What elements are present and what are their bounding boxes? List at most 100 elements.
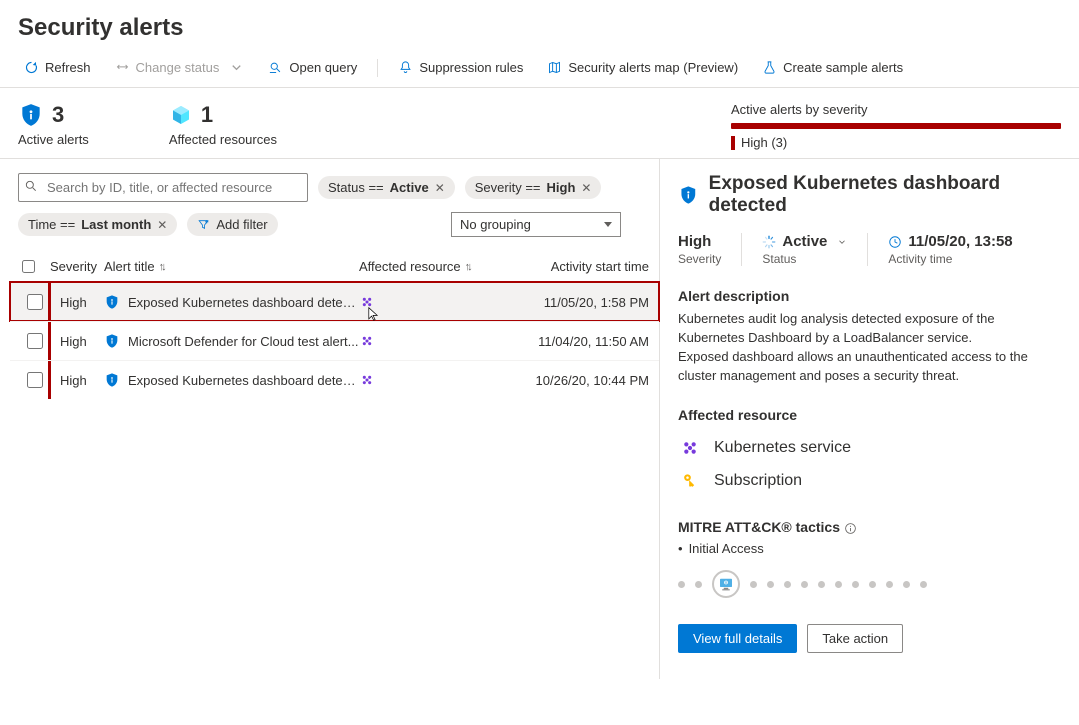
toolbar: Refresh Change status Open query Suppres… — [0, 50, 1079, 88]
change-status-label: Change status — [136, 60, 220, 75]
refresh-icon — [24, 60, 39, 75]
table-row[interactable]: High Exposed Kubernetes dashboard detect… — [10, 282, 659, 321]
remove-filter-icon[interactable]: ✕ — [435, 181, 445, 195]
timeline-dot — [886, 581, 893, 588]
shield-icon — [678, 184, 699, 206]
timeline-dot — [852, 581, 859, 588]
col-resource-label: Affected resource — [359, 259, 461, 274]
refresh-button[interactable]: Refresh — [14, 56, 101, 79]
timeline-dot — [835, 581, 842, 588]
timeline-dot — [869, 581, 876, 588]
alerts-map-label: Security alerts map (Preview) — [568, 60, 738, 75]
severity-pill-value: High — [547, 180, 576, 195]
severity-legend: High (3) — [731, 135, 1061, 150]
table-header: Severity Alert title ↑↓ Affected resource… — [10, 251, 659, 282]
shield-icon — [104, 294, 120, 310]
resource-k8s-label: Kubernetes service — [714, 439, 851, 457]
col-time[interactable]: Activity start time — [519, 259, 659, 274]
take-action-button[interactable]: Take action — [807, 624, 903, 653]
resource-sub-label: Subscription — [714, 472, 802, 490]
affected-count: 1 — [201, 102, 213, 128]
row-checkbox[interactable] — [27, 333, 43, 349]
change-status-button[interactable]: Change status — [105, 56, 255, 79]
affected-label: Affected resources — [169, 132, 277, 147]
timeline-dot — [750, 581, 757, 588]
remove-filter-icon[interactable]: ✕ — [157, 218, 167, 232]
col-severity[interactable]: Severity — [50, 259, 104, 274]
grouping-dropdown[interactable]: No grouping — [451, 212, 621, 237]
resource-item-subscription[interactable]: Subscription — [678, 465, 1061, 497]
severity-pill-prefix: Severity == — [475, 180, 541, 195]
map-icon — [547, 60, 562, 75]
row-resource-cell — [359, 372, 519, 388]
info-icon[interactable] — [844, 522, 857, 535]
row-title: Exposed Kubernetes dashboard detect... — [128, 373, 359, 388]
beaker-icon — [762, 60, 777, 75]
action-buttons: View full details Take action — [678, 624, 1061, 653]
grouping-value: No grouping — [460, 217, 531, 232]
row-severity: High — [50, 295, 104, 310]
kubernetes-icon — [359, 294, 375, 310]
remove-filter-icon[interactable]: ✕ — [581, 181, 591, 195]
active-alerts-count: 3 — [52, 102, 64, 128]
severity-title: Active alerts by severity — [731, 102, 1061, 117]
table-row[interactable]: High Exposed Kubernetes dashboard detect… — [10, 360, 659, 399]
mitre-tactic: Initial Access — [678, 541, 1061, 556]
row-checkbox[interactable] — [27, 294, 43, 310]
refresh-label: Refresh — [45, 60, 91, 75]
detail-time-label: Activity time — [888, 252, 1012, 266]
change-status-icon — [115, 60, 130, 75]
legend-chip — [731, 136, 735, 150]
suppression-rules-button[interactable]: Suppression rules — [388, 56, 533, 79]
severity-filter-pill[interactable]: Severity == High ✕ — [465, 176, 602, 199]
row-severity: High — [50, 373, 104, 388]
shield-icon — [18, 102, 44, 128]
row-check-cell — [18, 330, 50, 352]
open-query-button[interactable]: Open query — [258, 56, 367, 79]
bell-icon — [398, 60, 413, 75]
timeline-dot — [801, 581, 808, 588]
table-row[interactable]: High Microsoft Defender for Cloud test a… — [10, 321, 659, 360]
row-time: 11/04/20, 11:50 AM — [519, 334, 659, 349]
row-title: Exposed Kubernetes dashboard detect... — [128, 295, 359, 310]
toolbar-separator — [377, 59, 378, 77]
severity-bar — [48, 322, 51, 360]
time-pill-prefix: Time == — [28, 217, 75, 232]
severity-bar — [48, 361, 51, 399]
suppression-label: Suppression rules — [419, 60, 523, 75]
row-severity: High — [50, 334, 104, 349]
row-checkbox[interactable] — [27, 372, 43, 388]
timeline-dot — [818, 581, 825, 588]
search-input[interactable] — [18, 173, 308, 202]
row-title-cell: Microsoft Defender for Cloud test alert.… — [104, 333, 359, 349]
query-icon — [268, 60, 283, 75]
status-filter-pill[interactable]: Status == Active ✕ — [318, 176, 455, 199]
kubernetes-icon — [359, 333, 375, 349]
desc-title: Alert description — [678, 288, 1061, 304]
cube-icon — [169, 103, 193, 127]
timeline-dot — [767, 581, 774, 588]
select-all-checkbox[interactable] — [22, 260, 35, 273]
row-time: 11/05/20, 1:58 PM — [519, 295, 659, 310]
alerts-table: Severity Alert title ↑↓ Affected resource… — [10, 251, 659, 399]
search-icon — [24, 179, 38, 193]
row-check-cell — [18, 291, 50, 313]
monitor-icon — [717, 575, 735, 593]
alerts-map-button[interactable]: Security alerts map (Preview) — [537, 56, 748, 79]
col-resource[interactable]: Affected resource↑↓ — [359, 259, 519, 274]
timeline-dot — [678, 581, 685, 588]
kubernetes-icon — [679, 437, 701, 459]
view-full-details-button[interactable]: View full details — [678, 624, 797, 653]
sample-alerts-button[interactable]: Create sample alerts — [752, 56, 913, 79]
add-filter-button[interactable]: Add filter — [187, 213, 277, 236]
page-title: Security alerts — [0, 0, 1079, 50]
affected-resources-block: 1 Affected resources — [169, 102, 277, 147]
detail-status-block[interactable]: Active Status — [742, 233, 868, 266]
col-title[interactable]: Alert title ↑↓ — [104, 259, 359, 274]
time-filter-pill[interactable]: Time == Last month ✕ — [18, 213, 177, 236]
col-title-label: Alert title — [104, 259, 155, 274]
resource-item-k8s[interactable]: Kubernetes service — [678, 431, 1061, 465]
time-pill-value: Last month — [81, 217, 151, 232]
sort-icon: ↑↓ — [159, 261, 164, 273]
detail-header: Exposed Kubernetes dashboard detected — [678, 173, 1061, 217]
